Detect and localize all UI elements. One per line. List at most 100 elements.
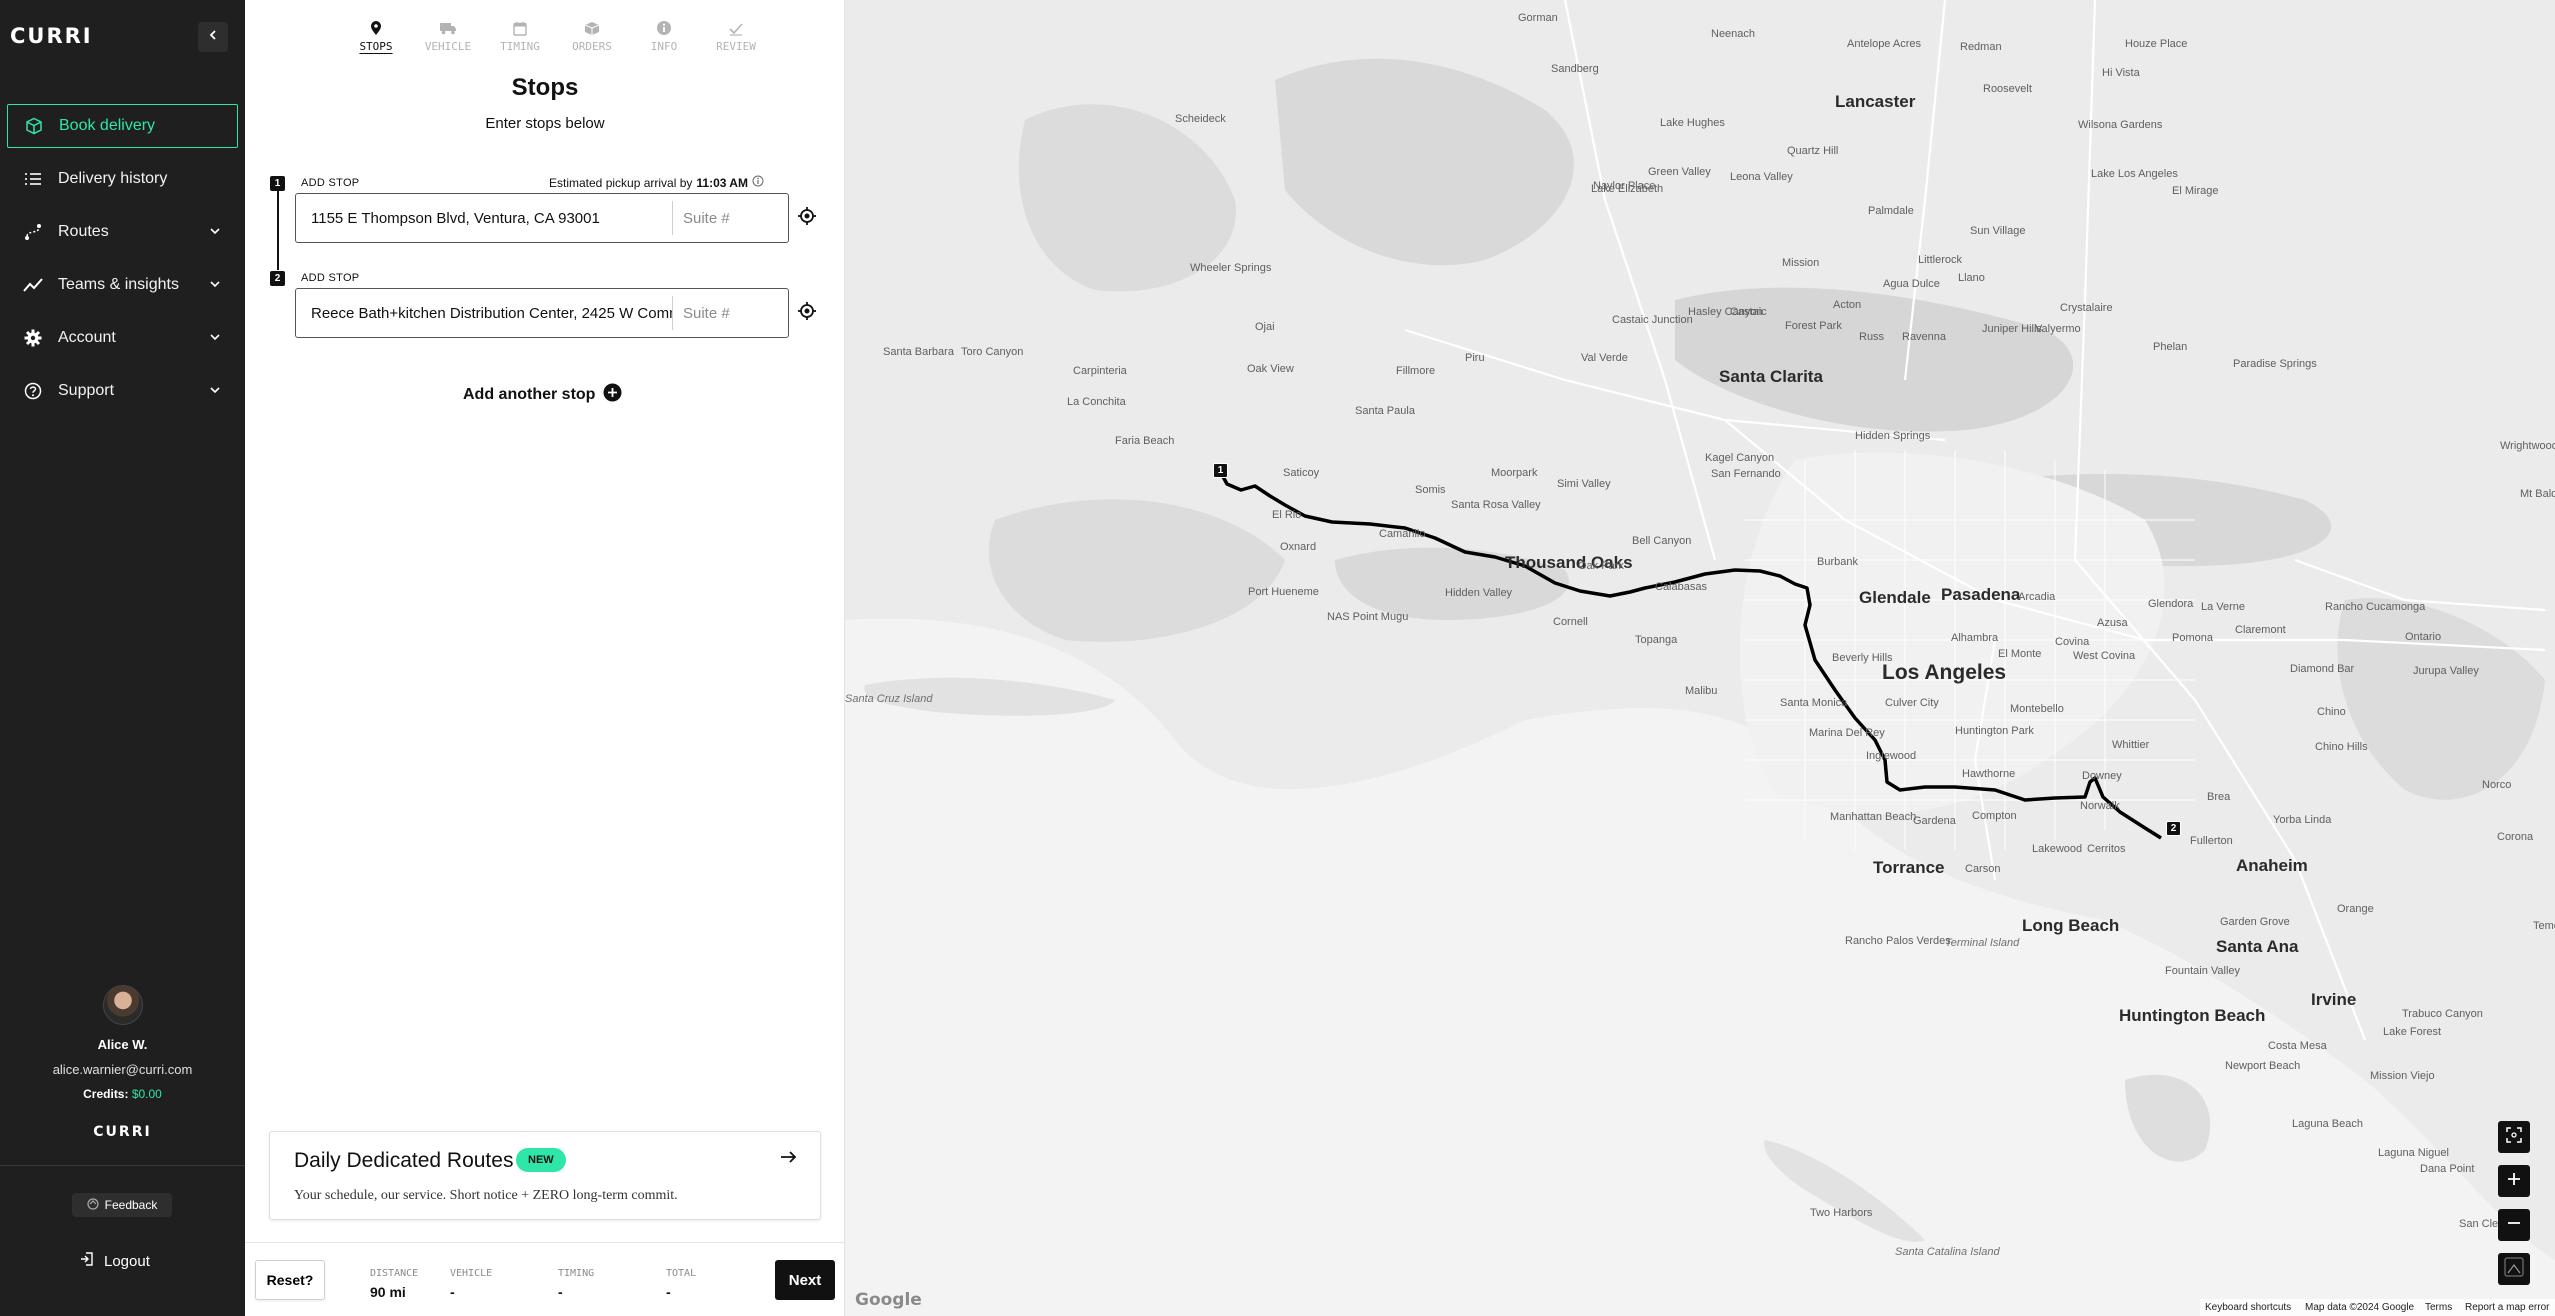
total-label: TOTAL (666, 1268, 697, 1279)
map-label-simi-valley: Simi Valley (1557, 478, 1611, 490)
step-stops[interactable]: STOPS (345, 18, 407, 53)
avatar[interactable] (102, 985, 143, 1025)
map-label-hawthorne: Hawthorne (1962, 768, 2016, 780)
map-label-diamond-bar: Diamond Bar (2290, 663, 2355, 675)
fullscreen-button[interactable] (2498, 1121, 2530, 1153)
step-orders[interactable]: ORDERS (561, 18, 623, 53)
brand-logo[interactable]: CURRI (10, 24, 93, 48)
chevron-left-icon (207, 28, 219, 46)
map-label-norwalk: Norwalk (2080, 800, 2120, 812)
map-label-long-beach: Long Beach (2022, 916, 2120, 935)
map-label-pomona: Pomona (2172, 632, 2213, 644)
map-label-carpinteria: Carpinteria (1073, 365, 1127, 377)
timing-summary: TIMING - (558, 1268, 594, 1300)
map-label-gardena: Gardena (1913, 815, 1956, 827)
map-label-marina-del-rey: Marina Del Rey (1809, 727, 1885, 739)
map-label-ravenna: Ravenna (1902, 331, 1947, 343)
distance-value: 90 mi (370, 1284, 406, 1300)
step-label: ORDERS (572, 40, 612, 53)
booking-panel: STOPS VEHICLE TIMING ORDERS INFO REVIEW … (245, 0, 895, 1316)
map-label-inglewood: Inglewood (1866, 750, 1917, 762)
credits: Credits: $0.00 (0, 1087, 245, 1101)
vehicle-label: VEHICLE (450, 1268, 493, 1279)
map-label-santa-paula: Santa Paula (1355, 405, 1415, 417)
trend-icon (22, 274, 44, 296)
map-label-orange: Orange (2337, 903, 2374, 915)
logout-button[interactable]: Logout (80, 1252, 150, 1270)
map-label-santa-rosa-valley: Santa Rosa Valley (1451, 499, 1541, 511)
sidebar-item-routes[interactable]: Routes (7, 210, 238, 254)
street-view-button[interactable] (2498, 1253, 2530, 1285)
map-label-phelan: Phelan (2153, 341, 2188, 353)
step-review[interactable]: REVIEW (705, 18, 767, 53)
map-label-saticoy: Saticoy (1283, 467, 1320, 479)
sidebar-item-delivery-history[interactable]: Delivery history (7, 157, 238, 201)
step-label: REVIEW (716, 40, 756, 53)
timing-label: TIMING (558, 1268, 595, 1279)
map-label-el-rio: El Rio (1272, 509, 1302, 521)
user-profile: Alice W. alice.warnier@curri.com Credits… (0, 985, 245, 1101)
step-info[interactable]: INFO (633, 18, 695, 53)
route-map[interactable]: Gorman Neenach Antelope Acres Redman Hou… (845, 0, 2555, 1316)
info-icon[interactable] (752, 175, 764, 190)
pin-icon (345, 18, 407, 38)
new-badge: NEW (516, 1148, 566, 1172)
map-label-carson: Carson (1965, 863, 2001, 875)
wizard-steps: STOPS VEHICLE TIMING ORDERS INFO REVIEW (345, 18, 767, 53)
user-name: Alice W. (97, 1037, 148, 1052)
map-label-el-monte: El Monte (1998, 648, 2042, 660)
report-error-link[interactable]: Report a map error (2465, 1302, 2549, 1313)
stop-address-input[interactable] (296, 194, 672, 242)
dedicated-routes-card[interactable]: Daily Dedicated Routes NEW Your schedule… (269, 1131, 821, 1220)
map-label-yorba-linda: Yorba Linda (2273, 814, 2332, 826)
map-label-toro-canyon: Toro Canyon (961, 346, 1024, 358)
route-pin-2[interactable]: 2 (2166, 821, 2181, 836)
map-label-fullerton: Fullerton (2190, 835, 2233, 847)
zoom-out-button[interactable] (2498, 1209, 2530, 1241)
map-label-norco: Norco (2482, 779, 2512, 791)
stop-field-2 (295, 288, 895, 338)
map-data-text: Map data ©2024 Google (2305, 1302, 2415, 1313)
map-label-cornell: Cornell (1553, 616, 1588, 628)
map-label-los-angeles: Los Angeles (1882, 661, 2007, 684)
map-label-torrance: Torrance (1873, 858, 1945, 877)
map-label-temescal-valley: Temescal Valley (2533, 920, 2555, 932)
distance-label: DISTANCE (370, 1268, 419, 1279)
map-label-huntington-beach: Huntington Beach (2119, 1006, 2266, 1025)
map-label-chino: Chino (2317, 706, 2346, 718)
sidebar-item-book-delivery[interactable]: Book delivery (7, 104, 238, 148)
map-label-calabasas: Calabasas (1655, 581, 1707, 593)
zoom-in-button[interactable] (2498, 1165, 2530, 1197)
map-label-kagel-canyon: Kagel Canyon (1705, 452, 1775, 464)
step-timing[interactable]: TIMING (489, 18, 551, 53)
collapse-sidebar-button[interactable] (198, 22, 228, 52)
sidebar-nav: Book delivery Delivery history Routes Te… (0, 104, 245, 422)
sidebar-item-teams-insights[interactable]: Teams & insights (7, 263, 238, 307)
credits-label: Credits: (83, 1087, 129, 1101)
info-icon (633, 18, 695, 38)
add-stop-button[interactable]: Add another stop (463, 383, 622, 407)
route-pin-1[interactable]: 1 (1213, 463, 1228, 478)
map-label-compton: Compton (1972, 810, 2017, 822)
sidebar-item-support[interactable]: Support (7, 369, 238, 413)
locate-button[interactable] (795, 301, 819, 325)
check-icon (705, 18, 767, 38)
step-vehicle[interactable]: VEHICLE (417, 18, 479, 53)
feedback-button[interactable]: Feedback (72, 1193, 172, 1217)
next-button[interactable]: Next (775, 1260, 835, 1300)
sidebar: CURRI Book delivery Delivery history Rou… (0, 0, 245, 1316)
map-label-sandberg: Sandberg (1551, 63, 1599, 75)
sidebar-item-account[interactable]: Account (7, 316, 238, 360)
map-label-nas-point-mugu: NAS Point Mugu (1327, 611, 1409, 623)
stop-address-input[interactable] (296, 289, 672, 337)
locate-button[interactable] (795, 206, 819, 230)
sidebar-item-label: Account (58, 329, 116, 346)
map-label-redman: Redman (1960, 41, 2002, 53)
keyboard-shortcuts-link[interactable]: Keyboard shortcuts (2205, 1302, 2291, 1313)
stop-field-1 (295, 193, 895, 243)
map-label-mission-viejo: Mission Viejo (2370, 1070, 2435, 1082)
google-logo[interactable]: Google (855, 1290, 922, 1310)
map-label-lake-forest: Lake Forest (2383, 1026, 2442, 1038)
reset-button[interactable]: Reset? (255, 1260, 325, 1300)
terms-link[interactable]: Terms (2425, 1302, 2452, 1313)
